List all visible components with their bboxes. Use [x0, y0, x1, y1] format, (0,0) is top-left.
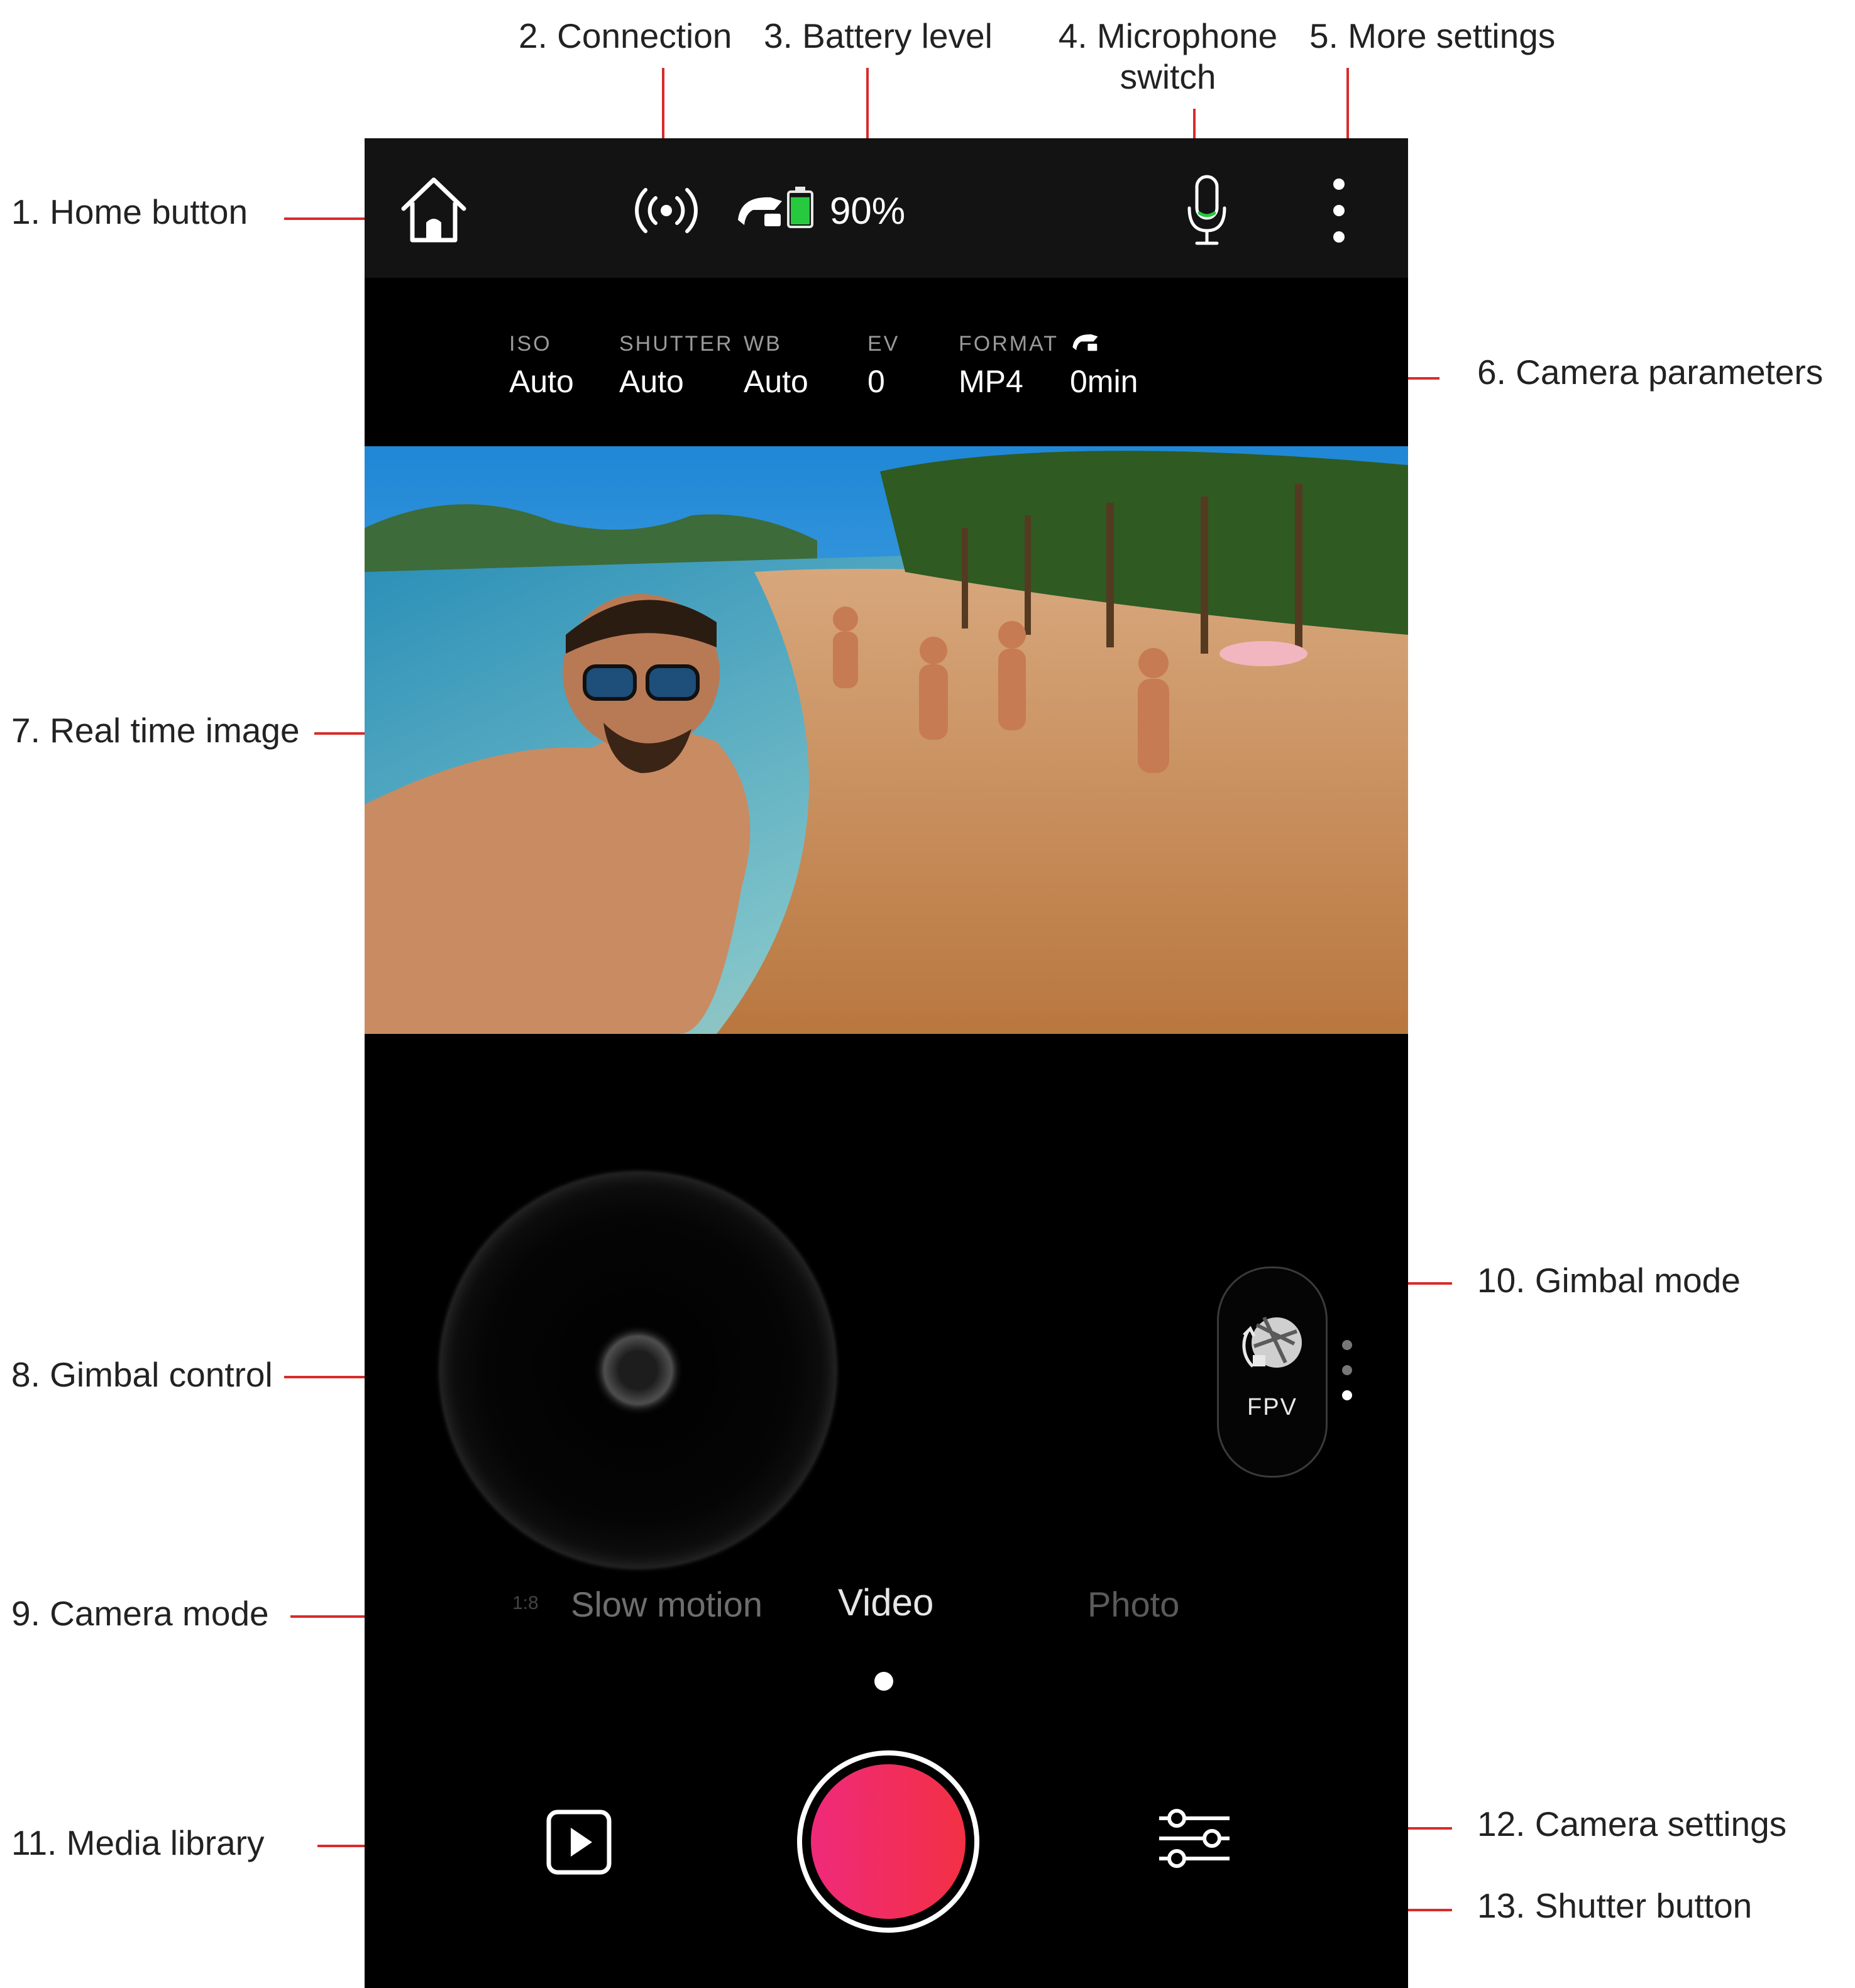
- annotation-gimbal-mode: 10. Gimbal mode: [1477, 1261, 1741, 1300]
- annotation-camera-settings: 12. Camera settings: [1477, 1804, 1787, 1843]
- param-remaining-time-value: 0min: [1070, 364, 1138, 399]
- param-iso-label: ISO: [509, 332, 552, 356]
- microphone-icon: [1187, 175, 1226, 245]
- param-iso-value: Auto: [509, 364, 574, 399]
- media-library-button[interactable]: [546, 1809, 612, 1875]
- param-ev-value: 0: [867, 364, 885, 399]
- annotation-microphone-line2: switch: [1120, 57, 1216, 96]
- slow-motion-icon: 1:8: [512, 1593, 539, 1613]
- svg-text:1:8: 1:8: [512, 1593, 539, 1613]
- param-format-label: FORMAT: [959, 332, 1059, 356]
- annotation-camera-params: 6. Camera parameters: [1477, 353, 1824, 392]
- real-time-image[interactable]: [365, 446, 1408, 1034]
- gimbal-mode-dot[interactable]: [1342, 1365, 1352, 1375]
- gimbal-device-icon: [738, 197, 782, 226]
- annotation-camera-mode: 9. Camera mode: [11, 1594, 269, 1633]
- camera-settings-button[interactable]: [1158, 1807, 1231, 1870]
- shutter-button[interactable]: [797, 1750, 979, 1933]
- gimbal-mode-dot[interactable]: [1342, 1390, 1352, 1400]
- param-shutter-value: Auto: [619, 364, 684, 399]
- home-button[interactable]: [396, 171, 471, 246]
- annotation-gimbal-control: 8. Gimbal control: [11, 1355, 273, 1394]
- fpv-mode-icon: [1242, 1316, 1302, 1368]
- param-shutter-label: SHUTTER: [619, 332, 734, 356]
- gimbal-joystick-knob[interactable]: [605, 1337, 671, 1403]
- gimbal-device-icon: [1072, 334, 1098, 351]
- top-bar: 90%: [365, 138, 1408, 278]
- battery-icon: [787, 187, 813, 228]
- shutter-button-core: [811, 1764, 966, 1919]
- play-icon: [546, 1810, 612, 1875]
- param-ev-label: EV: [867, 332, 900, 356]
- annotation-shutter: 13. Shutter button: [1477, 1886, 1753, 1925]
- battery-percent: 90%: [830, 190, 906, 232]
- annotation-media-library: 11. Media library: [11, 1823, 265, 1862]
- mode-indicator-dot: [874, 1672, 893, 1691]
- gimbal-mode-pager[interactable]: [1342, 1340, 1352, 1403]
- camera-parameters[interactable]: ISO Auto SHUTTER Auto WB Auto EV 0 FORMA…: [365, 278, 1408, 441]
- gimbal-mode-button[interactable]: FPV: [1217, 1266, 1328, 1478]
- gimbal-joystick[interactable]: [440, 1172, 836, 1568]
- annotation-more-settings: 5. More settings: [1309, 16, 1556, 55]
- mode-slow-motion[interactable]: Slow motion: [571, 1584, 762, 1625]
- annotation-realtime: 7. Real time image: [11, 711, 300, 750]
- annotation-microphone-line1: 4. Microphone: [1058, 16, 1278, 55]
- param-format-value: MP4: [959, 364, 1023, 399]
- annotation-connection: 2. Connection: [519, 16, 732, 55]
- mode-video[interactable]: Video: [838, 1581, 933, 1624]
- annotation-microphone: 4. Microphone switch: [1049, 19, 1287, 94]
- microphone-switch[interactable]: [1182, 173, 1232, 248]
- camera-app-screen: 90% ISO Auto SHUTTER Auto WB Auto EV 0 F…: [365, 138, 1408, 1988]
- param-wb-value: Auto: [744, 364, 808, 399]
- gimbal-mode-dot[interactable]: [1342, 1340, 1352, 1350]
- more-vertical-icon: [1333, 178, 1345, 243]
- param-wb-label: WB: [744, 332, 782, 356]
- gimbal-mode-label: FPV: [1247, 1394, 1297, 1420]
- connection-indicator: [632, 182, 701, 239]
- beach-photo: [365, 446, 1408, 1034]
- more-settings-button[interactable]: [1326, 173, 1351, 248]
- home-icon: [401, 177, 466, 243]
- battery-indicator: 90%: [735, 185, 924, 236]
- annotation-home: 1. Home button: [11, 192, 248, 231]
- mode-photo[interactable]: Photo: [1087, 1584, 1179, 1625]
- signal-icon: [635, 188, 698, 233]
- annotation-battery: 3. Battery level: [764, 16, 993, 55]
- sliders-icon: [1159, 1809, 1230, 1868]
